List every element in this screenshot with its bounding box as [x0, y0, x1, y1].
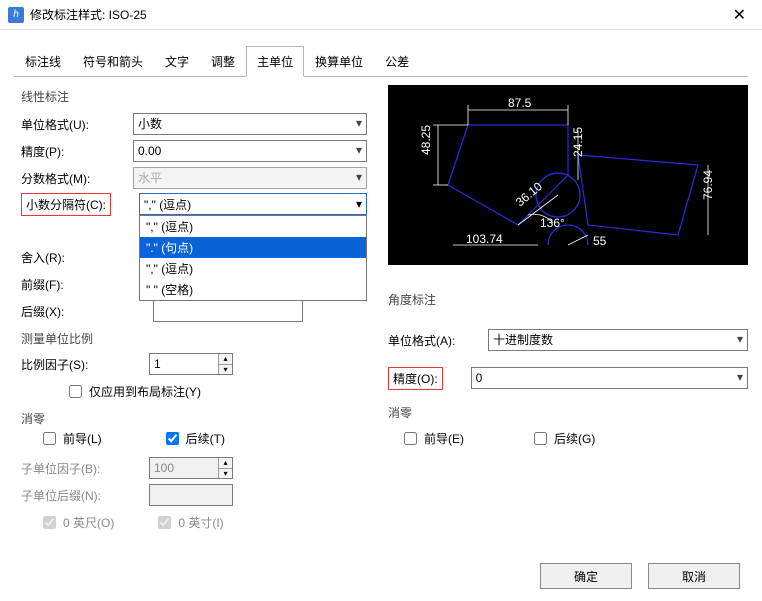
tab-symbols-arrows[interactable]: 符号和箭头	[72, 46, 154, 77]
zero-inch-label: 0 英寸(I)	[178, 514, 223, 531]
tab-primary-units[interactable]: 主单位	[246, 46, 304, 77]
angle-precision-label: 精度(O):	[388, 367, 443, 390]
scale-factor-label: 比例因子(S):	[21, 356, 149, 373]
decimal-sep-option[interactable]: "," (逗点)	[140, 258, 366, 279]
trailing-label: 后续(T)	[186, 430, 225, 447]
app-logo: h	[8, 7, 24, 23]
decimal-separator-list: "," (逗点) "." (句点) "," (逗点) " " (空格)	[139, 215, 367, 301]
decimal-separator-dropdown[interactable]: "," (逗点) ▾ "," (逗点) "." (句点) "," (逗点) " …	[139, 193, 367, 215]
subunit-factor-label: 子单位因子(B):	[21, 460, 149, 477]
dialog-footer: 确定 取消	[0, 551, 762, 601]
close-button[interactable]: ✕	[725, 5, 754, 25]
leading-checkbox[interactable]: 前导(L)	[39, 429, 102, 448]
tab-tolerance[interactable]: 公差	[374, 46, 420, 77]
angle-group-title: 角度标注	[388, 289, 748, 312]
tab-adjust[interactable]: 调整	[200, 46, 246, 77]
scale-spin-down[interactable]: ▾	[218, 365, 232, 375]
linear-group: 线性标注 单位格式(U): 小数 精度(P): 0.00 分数格式(M): 水平	[14, 85, 374, 539]
decimal-sep-option[interactable]: "," (逗点)	[140, 216, 366, 237]
angle-precision-select[interactable]: 0	[471, 367, 748, 389]
subunit-spin-down: ▾	[218, 469, 232, 479]
tab-alt-units[interactable]: 换算单位	[304, 46, 374, 77]
titlebar: h 修改标注样式: ISO-25 ✕	[0, 0, 762, 30]
fraction-label: 分数格式(M):	[21, 170, 133, 187]
angle-trailing-label: 后续(G)	[554, 430, 595, 447]
decimal-separator-selected: "," (逗点)	[144, 196, 191, 213]
suffix-input[interactable]	[153, 300, 303, 322]
angle-suppress-title: 消零	[388, 400, 748, 423]
precision-label: 精度(P):	[21, 143, 133, 160]
svg-text:24.15: 24.15	[571, 127, 585, 157]
tab-text[interactable]: 文字	[154, 46, 200, 77]
linear-group-title: 线性标注	[21, 86, 367, 109]
decimal-separator-label: 小数分隔符(C):	[21, 193, 111, 216]
zero-feet-label: 0 英尺(O)	[63, 514, 114, 531]
zero-feet-checkbox: 0 英尺(O)	[39, 513, 114, 532]
window-title: 修改标注样式: ISO-25	[30, 6, 725, 23]
leading-label: 前导(L)	[63, 430, 102, 447]
svg-text:87.5: 87.5	[508, 96, 532, 110]
angle-leading-checkbox[interactable]: 前导(E)	[400, 429, 464, 448]
svg-text:103.74: 103.74	[466, 232, 503, 246]
ok-button[interactable]: 确定	[540, 563, 632, 589]
scale-spin-up[interactable]: ▴	[218, 354, 232, 365]
svg-text:48.25: 48.25	[419, 125, 433, 155]
chevron-down-icon: ▾	[356, 197, 362, 211]
tab-strip: 标注线 符号和箭头 文字 调整 主单位 换算单位 公差	[0, 30, 762, 77]
suffix-label: 后缀(X):	[21, 303, 133, 320]
angle-unit-select[interactable]: 十进制度数	[488, 329, 748, 351]
decimal-sep-option[interactable]: " " (空格)	[140, 279, 366, 300]
svg-text:136°: 136°	[540, 216, 565, 230]
svg-text:55: 55	[593, 234, 607, 248]
fraction-select[interactable]: 水平	[133, 167, 367, 189]
apply-layout-checkbox[interactable]: 仅应用到布局标注(Y)	[65, 382, 201, 401]
prefix-label: 前缀(F):	[21, 276, 133, 293]
measure-scale-title: 测量单位比例	[21, 326, 367, 349]
cancel-button[interactable]: 取消	[648, 563, 740, 589]
decimal-sep-option[interactable]: "." (句点)	[140, 237, 366, 258]
round-label: 舍入(R):	[21, 249, 133, 266]
angle-unit-label: 单位格式(A):	[388, 332, 488, 349]
svg-text:36.10: 36.10	[513, 179, 545, 209]
subunit-suffix-label: 子单位后缀(N):	[21, 487, 149, 504]
preview-pane: 87.5 48.25 76.94 24.15 36.10 136° 103.74…	[388, 85, 748, 265]
unit-format-select[interactable]: 小数	[133, 113, 367, 135]
angle-trailing-checkbox[interactable]: 后续(G)	[530, 429, 595, 448]
angle-leading-label: 前导(E)	[424, 430, 464, 447]
svg-text:76.94: 76.94	[701, 170, 715, 200]
precision-select[interactable]: 0.00	[133, 140, 367, 162]
zero-inch-checkbox: 0 英寸(I)	[154, 513, 223, 532]
unit-format-label: 单位格式(U):	[21, 116, 133, 133]
subunit-suffix-input	[149, 484, 233, 506]
trailing-checkbox[interactable]: 后续(T)	[162, 429, 225, 448]
subunit-spin-up: ▴	[218, 458, 232, 469]
tab-dimension-line[interactable]: 标注线	[14, 46, 72, 77]
suppress-zero-title: 消零	[21, 406, 367, 429]
apply-layout-label: 仅应用到布局标注(Y)	[89, 383, 201, 400]
